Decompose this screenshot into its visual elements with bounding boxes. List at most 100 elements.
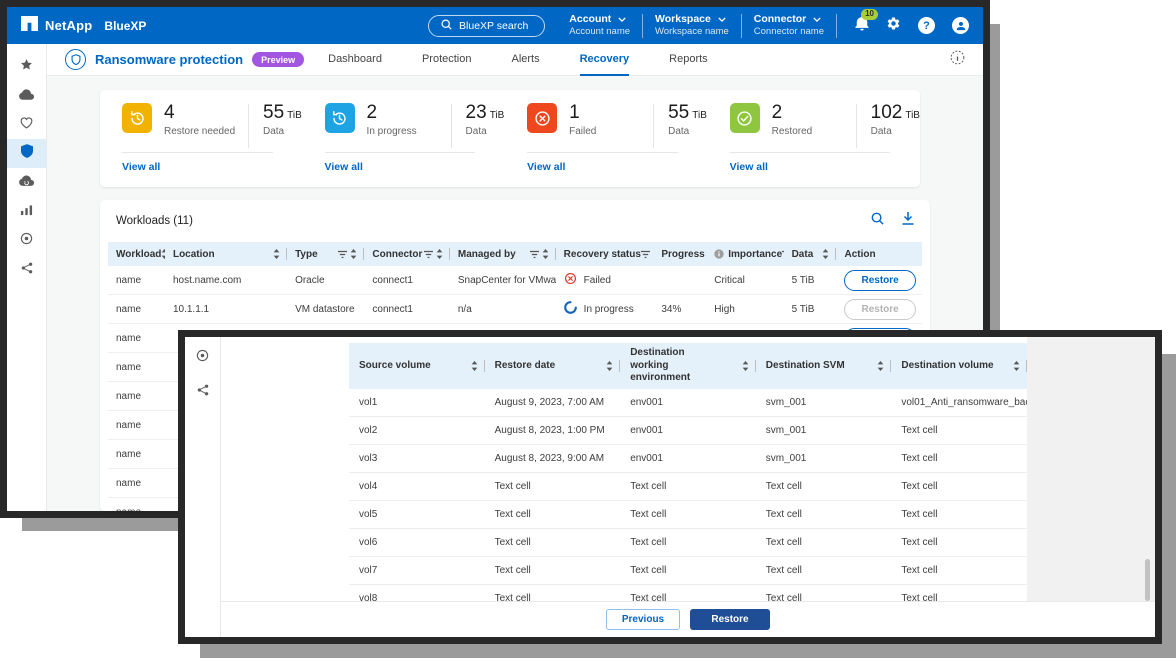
tab-protection[interactable]: Protection — [422, 44, 472, 76]
restore-submit-button[interactable]: Restore — [690, 609, 770, 630]
col-location[interactable]: Location — [173, 249, 215, 260]
table-search-icon[interactable] — [871, 212, 884, 230]
stat-divider — [856, 104, 857, 148]
cell-progress: 34% — [653, 304, 706, 315]
view-all-link[interactable]: View all — [122, 161, 160, 173]
sort-icon — [877, 361, 884, 371]
volume-row[interactable]: vol6Text cellText cellText cellText cell — [349, 529, 1027, 557]
share-icon — [21, 261, 33, 279]
volume-row[interactable]: vol1August 9, 2023, 7:00 AMenv001svm_001… — [349, 389, 1027, 417]
stat-divider — [451, 104, 452, 148]
tab-reports[interactable]: Reports — [669, 44, 708, 76]
vertical-scrollbar[interactable] — [1145, 559, 1150, 601]
share-icon[interactable] — [197, 383, 209, 401]
stat-in-progress: 2In progress 23TiBData View all — [303, 90, 506, 187]
cell-destination-environment: Text cell — [620, 537, 756, 548]
sidebar-item-backup[interactable] — [7, 168, 46, 197]
cell-destination-svm: Text cell — [756, 509, 892, 520]
cell-destination-volume: Text cell — [891, 425, 1027, 436]
view-all-link[interactable]: View all — [730, 161, 768, 173]
page-info-button[interactable] — [950, 50, 965, 70]
col-progress[interactable]: Progress — [661, 249, 704, 260]
governance-icon[interactable] — [196, 349, 209, 367]
sidebar-item-health[interactable] — [7, 110, 46, 139]
previous-button[interactable]: Previous — [606, 609, 680, 630]
stat-data-label: Data — [871, 126, 920, 137]
workspace-label: Workspace — [655, 13, 711, 26]
workspace-menu[interactable]: Workspace Workspace name — [655, 13, 729, 38]
cell-destination-svm: svm_001 — [756, 397, 892, 408]
bluexp-search-button[interactable]: BlueXP search — [428, 15, 545, 37]
in-progress-spinner-icon — [564, 301, 577, 317]
sidebar-item-share[interactable] — [7, 255, 46, 284]
sidebar-item-storage[interactable] — [7, 81, 46, 110]
user-menu-button[interactable] — [952, 17, 969, 34]
failed-status-icon — [564, 272, 577, 288]
tab-dashboard[interactable]: Dashboard — [328, 44, 382, 76]
gear-icon — [886, 16, 901, 36]
col-type[interactable]: Type — [295, 249, 318, 260]
filter-icon — [641, 250, 650, 259]
front-sidebar — [185, 337, 221, 637]
tab-alerts[interactable]: Alerts — [511, 44, 539, 76]
stat-divider — [653, 104, 654, 148]
cell-source-volume: vol6 — [349, 537, 485, 548]
cell-managed-by: n/a — [450, 304, 556, 315]
sidebar-item-analytics[interactable] — [7, 197, 46, 226]
volumes-header-row: Source volume Restore date Destination w… — [349, 343, 1027, 389]
stat-divider — [248, 104, 249, 148]
topbar-divider — [836, 14, 837, 38]
col-destination-working-environment[interactable]: Destination working environment — [630, 347, 722, 385]
cell-workload: name — [108, 391, 165, 402]
col-destination-volume[interactable]: Destination volume — [901, 360, 993, 373]
col-workload[interactable]: Workload — [116, 249, 161, 260]
star-icon — [20, 58, 33, 76]
col-managed-by[interactable]: Managed by — [458, 249, 516, 260]
account-menu[interactable]: Account Account name — [569, 13, 630, 38]
notifications-button[interactable]: 10 — [855, 16, 869, 36]
page-header: Ransomware protection Preview Dashboard … — [47, 44, 983, 76]
stat-failed: 1Failed 55TiBData View all — [505, 90, 708, 187]
col-data[interactable]: Data — [792, 249, 814, 260]
col-importance[interactable]: Importance — [728, 249, 782, 260]
restore-button[interactable]: Restore — [844, 270, 915, 291]
cell-restore-date: Text cell — [485, 537, 621, 548]
sort-icon — [742, 361, 749, 371]
download-icon[interactable] — [902, 212, 914, 230]
stat-data-unit: TiB — [287, 110, 302, 121]
col-source-volume[interactable]: Source volume — [359, 360, 431, 373]
sort-icon — [273, 249, 280, 259]
stat-rule — [527, 152, 678, 153]
col-destination-svm[interactable]: Destination SVM — [766, 360, 845, 373]
connector-label: Connector — [754, 13, 807, 26]
volume-row[interactable]: vol5Text cellText cellText cellText cell — [349, 501, 1027, 529]
workload-row: name 10.1.1.1 VM datastore connect1 n/a … — [108, 295, 922, 324]
volume-row[interactable]: vol4Text cellText cellText cellText cell — [349, 473, 1027, 501]
importance-info-icon — [714, 249, 724, 259]
sidebar-item-favorites[interactable] — [7, 52, 46, 81]
sidebar-item-governance[interactable] — [7, 226, 46, 255]
ransomware-protection-icon — [65, 49, 86, 70]
cell-restore-date: Text cell — [485, 565, 621, 576]
help-button[interactable]: ? — [918, 17, 935, 34]
cell-type: Oracle — [287, 275, 364, 286]
top-navigation-bar: NetApp BlueXP BlueXP search Account Acco… — [7, 7, 983, 44]
volume-row[interactable]: vol7Text cellText cellText cellText cell — [349, 557, 1027, 585]
sidebar-item-protection[interactable] — [7, 139, 46, 168]
col-recovery-status[interactable]: Recovery status — [564, 249, 641, 260]
col-action: Action — [844, 249, 875, 260]
connector-menu[interactable]: Connector Connector name — [754, 13, 824, 38]
settings-button[interactable] — [886, 16, 901, 36]
sort-icon — [606, 361, 613, 371]
page-title: Ransomware protection — [95, 52, 243, 67]
volume-row[interactable]: vol2August 8, 2023, 1:00 PMenv001svm_001… — [349, 417, 1027, 445]
view-all-link[interactable]: View all — [325, 161, 363, 173]
col-restore-date[interactable]: Restore date — [495, 360, 556, 373]
cell-status: Failed — [584, 275, 611, 286]
tab-recovery[interactable]: Recovery — [580, 44, 630, 76]
preview-badge: Preview — [252, 52, 304, 67]
stat-data-unit: TiB — [692, 110, 707, 121]
volume-row[interactable]: vol3August 8, 2023, 9:00 AMenv001svm_001… — [349, 445, 1027, 473]
view-all-link[interactable]: View all — [527, 161, 565, 173]
col-connector[interactable]: Connector — [372, 249, 422, 260]
